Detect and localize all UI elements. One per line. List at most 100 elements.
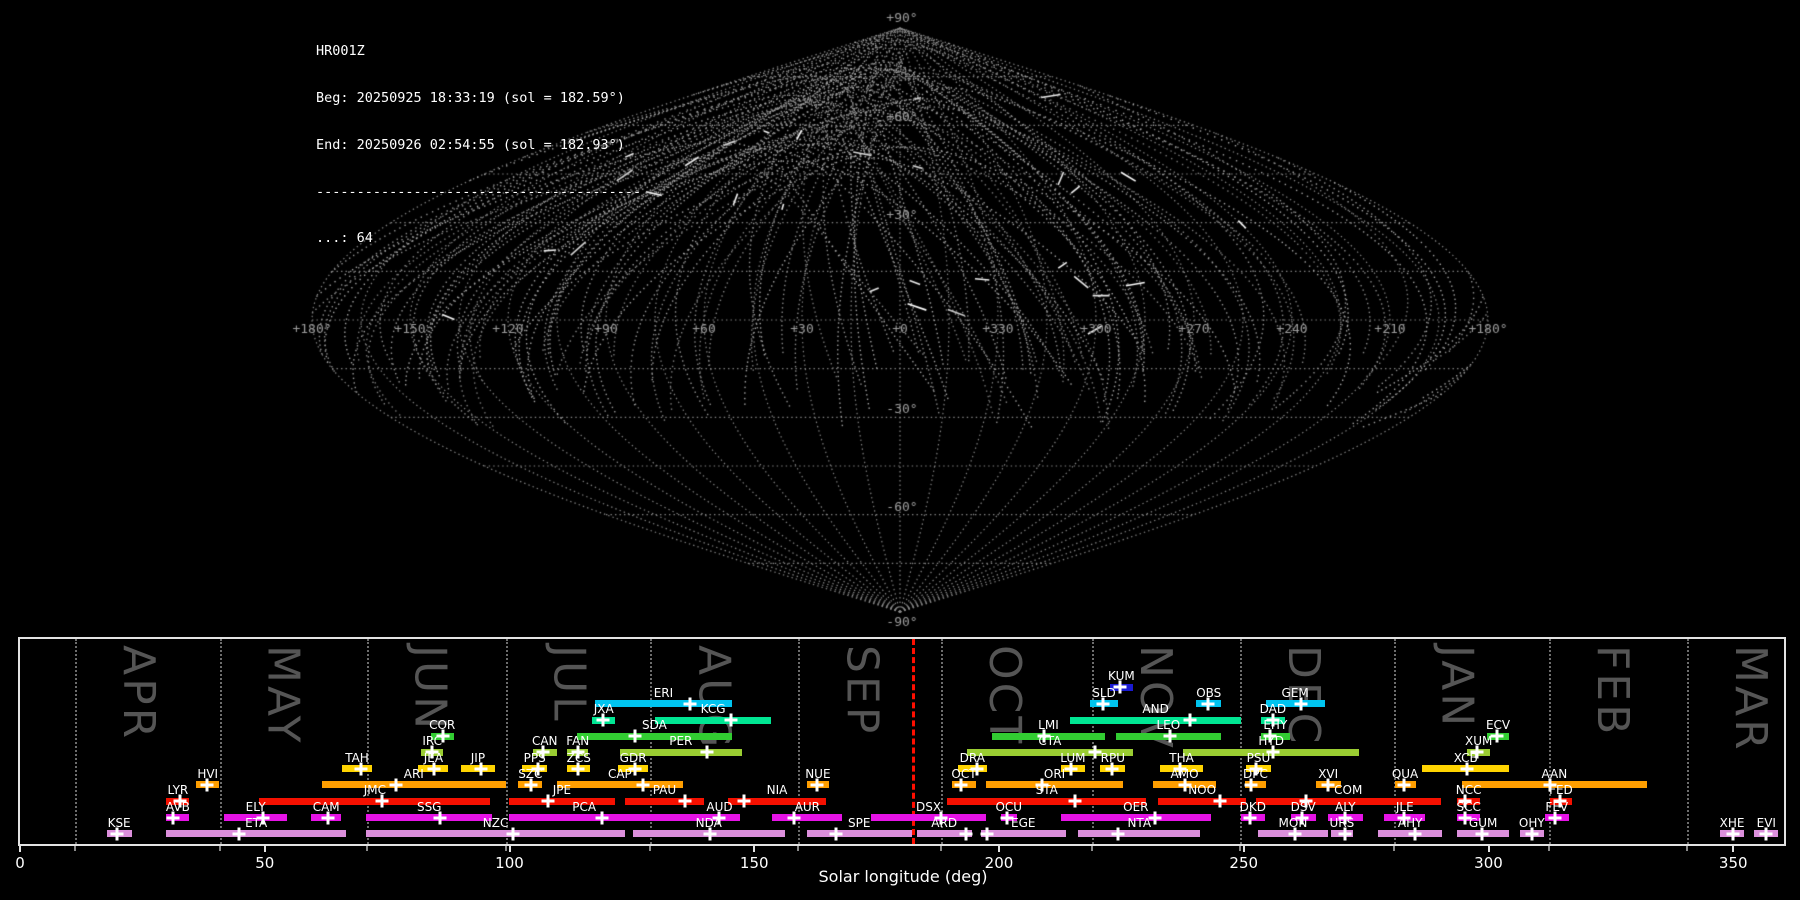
shower-peak-marker-CAP <box>636 778 650 791</box>
shower-bar-STA <box>947 797 1147 805</box>
month-label-sep: SEP <box>836 645 888 737</box>
sky-map-canvas <box>0 0 1800 638</box>
month-separator-may <box>219 639 222 844</box>
separator-line: ---------------------------------------- <box>316 183 642 200</box>
month-tick <box>940 846 943 851</box>
shower-label-PAU: PAU <box>652 783 677 797</box>
shower-bar-DSX <box>871 814 986 821</box>
shower-peak-marker-URS <box>1338 827 1352 840</box>
shower-label-COM: COM <box>1334 783 1363 797</box>
shower-peak-marker-ERI <box>683 697 697 710</box>
shower-peak-marker-JMC <box>375 794 389 808</box>
observation-header: HR001Z Beg: 20250925 18:33:19 (sol = 182… <box>316 13 641 278</box>
shower-peak-marker-ETA <box>232 827 246 840</box>
shower-peak-marker-PAU <box>678 794 692 808</box>
shower-bar-ETA <box>166 830 346 837</box>
shower-peak-marker-AHY <box>1408 827 1422 840</box>
month-tick <box>1238 846 1241 851</box>
shower-peak-marker-LEO <box>1163 729 1177 743</box>
shower-peak-marker-LUM <box>1064 762 1078 775</box>
x-tick <box>1732 846 1735 852</box>
shower-peak-marker-OBS <box>1201 697 1215 710</box>
shower-peak-marker-DKD <box>1243 811 1257 824</box>
shower-bar-NZC <box>366 830 625 837</box>
shower-peak-marker-XHE <box>1726 827 1740 840</box>
shower-bar-KCG <box>654 716 772 724</box>
shower-peak-marker-NTA <box>1111 827 1125 840</box>
month-tick <box>797 846 800 851</box>
app-screen: HR001Z Beg: 20250925 18:33:19 (sol = 182… <box>0 0 1800 900</box>
shower-label-OER: OER <box>1123 799 1149 814</box>
shower-label-STA: STA <box>1035 783 1058 797</box>
shower-label-CAP: CAP <box>607 766 632 781</box>
shower-peak-marker-ARD <box>959 827 973 840</box>
shower-label-NOO: NOO <box>1188 783 1217 797</box>
shower-peak-marker-NIA <box>737 794 751 808</box>
x-tick <box>263 846 266 852</box>
shower-label-ERI: ERI <box>653 685 674 700</box>
shower-peak-marker-KUM <box>1113 680 1127 694</box>
shower-bar-NOO <box>1158 797 1247 805</box>
shower-peak-marker-STA <box>1068 794 1082 808</box>
month-label-feb: FEB <box>1587 645 1639 738</box>
month-separator-mar <box>1687 639 1690 844</box>
shower-peak-marker-CAM <box>321 811 335 824</box>
x-tick-label: 350 <box>1718 854 1748 872</box>
shower-activity-chart: APR MAY JUN JUL AUG SEP OCT NOV DEC JAN FEB MAR KUM E… <box>15 637 1786 872</box>
x-tick <box>1487 846 1490 852</box>
month-label-jul: JUL <box>543 645 595 724</box>
shower-peak-marker-AUR <box>787 811 801 824</box>
shower-peak-marker-SDA <box>628 729 642 743</box>
x-tick <box>998 846 1000 852</box>
month-tick <box>1392 846 1395 851</box>
shower-label-SPE: SPE <box>848 815 871 830</box>
x-tick <box>508 846 511 852</box>
shower-peak-marker-JPE <box>541 794 555 808</box>
shower-bar-SDA <box>577 732 732 740</box>
shower-peak-marker-AVB <box>166 811 180 824</box>
shower-label-NIA: NIA <box>766 783 788 797</box>
shower-label-JPE: JPE <box>552 783 572 797</box>
shower-label-EGE: EGE <box>1010 815 1036 830</box>
x-tick-label: 150 <box>739 854 769 872</box>
shower-peak-marker-XCB <box>1460 762 1474 775</box>
shower-peak-marker-PCA <box>595 811 609 824</box>
x-tick-label: 300 <box>1474 854 1503 872</box>
shower-bar-SPE <box>806 830 912 837</box>
shower-peak-marker-SLD <box>1096 697 1110 710</box>
shower-bar-PCA <box>508 814 660 821</box>
shower-peak-marker-JXA <box>596 713 610 727</box>
shower-label-ARI: ARI <box>403 766 424 781</box>
month-tick <box>1091 846 1093 851</box>
begin-time: Beg: 20250925 18:33:19 (sol = 182.59°) <box>316 89 625 106</box>
month-tick <box>1548 846 1551 851</box>
shower-label-ARD: ARD <box>931 815 958 830</box>
shower-peak-marker-AND <box>1183 713 1197 727</box>
month-tick <box>73 846 76 851</box>
month-label-may: MAY <box>257 645 309 746</box>
shower-bar-AUR <box>772 814 843 821</box>
shower-label-PCA: PCA <box>572 799 597 814</box>
shower-bar-EGE <box>980 830 1066 837</box>
shower-peak-marker-QUA <box>1397 778 1411 791</box>
shower-peak-marker-JEA <box>427 762 441 775</box>
shower-peak-marker-KSE <box>110 827 124 840</box>
shower-peak-marker-EGE <box>980 827 994 840</box>
month-separator-apr <box>74 639 77 844</box>
month-label-oct: OCT <box>979 645 1031 747</box>
shower-peak-marker-SZC <box>524 778 538 791</box>
shower-peak-marker-FEV <box>1548 811 1562 824</box>
shower-peak-marker-ZCS <box>571 762 585 775</box>
shower-peak-marker-HVI <box>200 778 214 791</box>
shower-peak-marker-SSG <box>433 811 447 824</box>
shower-peak-marker-NZC <box>506 827 520 840</box>
shower-peak-marker-MON <box>1288 827 1302 840</box>
month-tick <box>218 846 221 851</box>
shower-peak-marker-ECV <box>1490 729 1504 743</box>
shower-peak-marker-OCT <box>954 778 968 791</box>
shower-peak-marker-XVI <box>1321 778 1335 791</box>
shower-peak-marker-TAH <box>354 762 368 775</box>
shower-label-AND: AND <box>1142 702 1169 716</box>
shower-bar-SSG <box>366 814 493 821</box>
month-label-jan: JAN <box>1431 645 1483 730</box>
